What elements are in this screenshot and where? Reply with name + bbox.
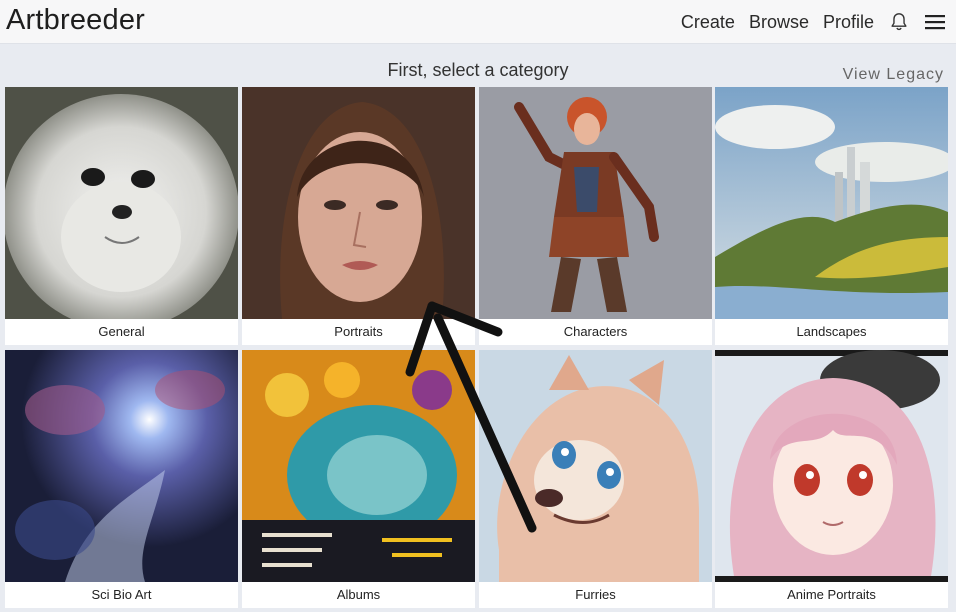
nav-browse-link[interactable]: Browse <box>749 12 809 33</box>
brand-logo[interactable]: Artbreeder <box>6 4 145 37</box>
category-card-sci-bio-art[interactable]: Sci Bio Art <box>5 350 238 608</box>
category-label: Furries <box>575 587 616 602</box>
category-card-anime-portraits[interactable]: Anime Portraits <box>715 350 948 608</box>
category-card-furries[interactable]: Furries <box>479 350 712 608</box>
category-label: Anime Portraits <box>787 587 876 602</box>
nav-create-link[interactable]: Create <box>681 12 735 33</box>
nav-links: Create Browse Profile <box>667 0 946 44</box>
bell-icon[interactable] <box>888 11 910 33</box>
category-card-albums[interactable]: Albums <box>242 350 475 608</box>
anime-girl-image <box>715 350 948 582</box>
top-navbar: Artbreeder Create Browse Profile <box>0 0 956 44</box>
hamburger-menu-icon[interactable] <box>924 12 946 32</box>
category-card-characters[interactable]: Characters <box>479 87 712 345</box>
category-card-portraits[interactable]: Portraits <box>242 87 475 345</box>
category-label: Characters <box>563 324 628 339</box>
furry-creature-image <box>479 350 712 582</box>
category-card-general[interactable]: General <box>5 87 238 345</box>
category-label: General <box>98 324 145 339</box>
fluffy-dog-image <box>5 87 238 319</box>
warrior-character-image <box>479 87 712 319</box>
view-legacy-link[interactable]: View Legacy <box>843 66 944 84</box>
nav-profile-link[interactable]: Profile <box>823 12 874 33</box>
castle-landscape-image <box>715 87 948 319</box>
category-label: Sci Bio Art <box>91 587 152 602</box>
nebula-image <box>5 350 238 582</box>
portrait-woman-image <box>242 87 475 319</box>
page-subtitle: First, select a category <box>387 60 569 80</box>
category-label: Portraits <box>334 324 383 339</box>
category-label: Albums <box>336 587 381 602</box>
category-card-landscapes[interactable]: Landscapes <box>715 87 948 345</box>
album-cover-image <box>242 350 475 582</box>
category-label: Landscapes <box>796 324 867 339</box>
